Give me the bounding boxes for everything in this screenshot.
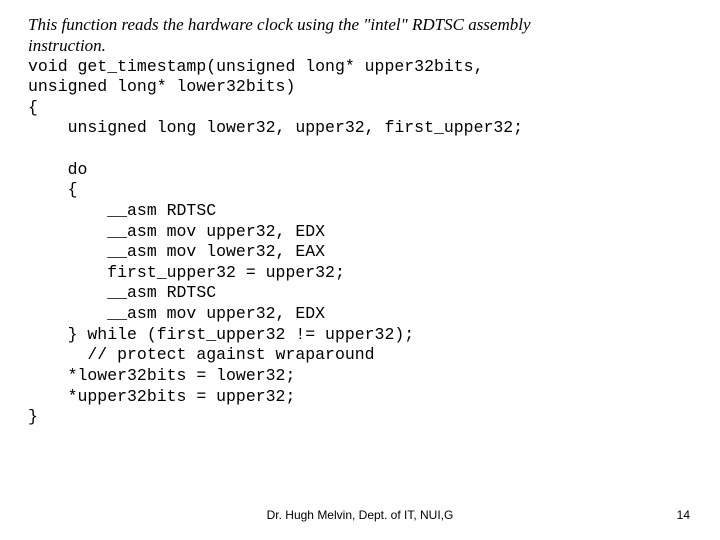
page-number: 14 [677,508,690,522]
code-block: void get_timestamp(unsigned long* upper3… [28,57,692,428]
comment-line-1: This function reads the hardware clock u… [28,14,692,35]
slide-page: This function reads the hardware clock u… [0,0,720,540]
footer-credit: Dr. Hugh Melvin, Dept. of IT, NUI,G [0,508,720,522]
comment-line-2: instruction. [28,35,692,56]
